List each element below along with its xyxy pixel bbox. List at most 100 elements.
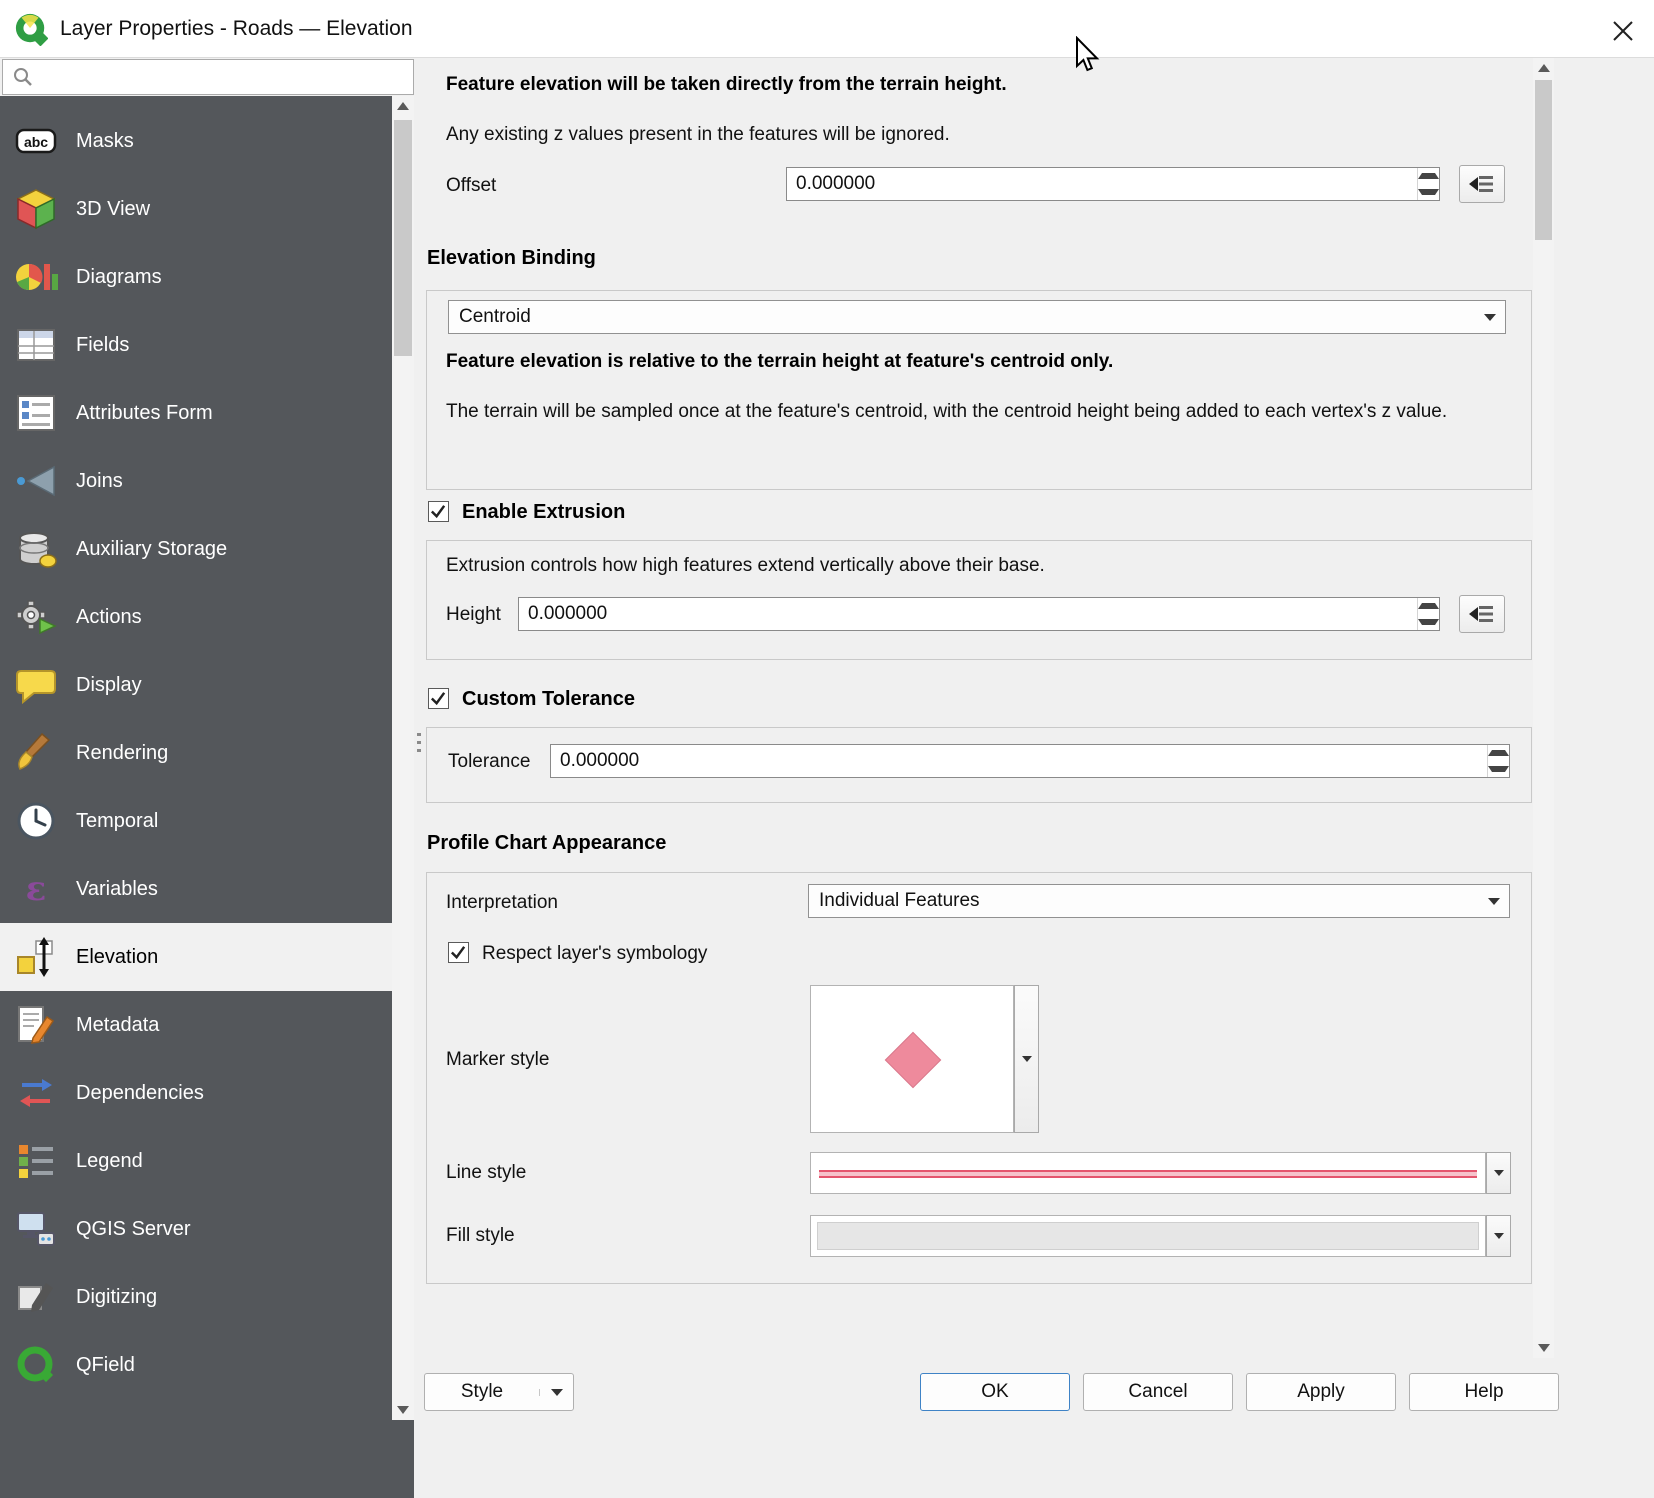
content-scroll-down-icon[interactable] bbox=[1533, 1338, 1554, 1358]
splitter-handle-icon[interactable] bbox=[417, 733, 421, 757]
custom-tolerance-checkbox[interactable] bbox=[428, 688, 449, 709]
sidebar-item-digitizing[interactable]: Digitizing bbox=[0, 1263, 392, 1331]
tolerance-spinbox[interactable]: 0.000000 bbox=[550, 744, 1510, 778]
line-symbol-icon bbox=[819, 1170, 1477, 1178]
metadata-icon bbox=[12, 1001, 60, 1049]
sidebar-item-variables[interactable]: ε Variables bbox=[0, 855, 392, 923]
chevron-down-icon bbox=[1494, 1170, 1504, 1176]
sidebar-item-display[interactable]: Display bbox=[0, 651, 392, 719]
sidebar-item-qfield[interactable]: QField bbox=[0, 1331, 392, 1399]
sidebar-item-label: Legend bbox=[76, 1150, 143, 1173]
offset-data-defined-override-button[interactable] bbox=[1459, 165, 1505, 203]
sidebar-item-label: Variables bbox=[76, 878, 158, 901]
custom-tolerance-label: Custom Tolerance bbox=[462, 688, 635, 711]
enable-extrusion-checkbox[interactable] bbox=[428, 501, 449, 522]
rendering-icon bbox=[12, 729, 60, 777]
offset-spinbox[interactable]: 0.000000 bbox=[786, 167, 1440, 201]
fill-symbol-icon bbox=[817, 1222, 1479, 1250]
sidebar-scrollbar[interactable] bbox=[392, 96, 414, 1420]
data-defined-override-icon bbox=[1467, 172, 1497, 196]
sidebar-item-label: Rendering bbox=[76, 742, 168, 765]
sidebar-item-3d-view[interactable]: 3D View bbox=[0, 175, 392, 243]
sidebar-item-temporal[interactable]: Temporal bbox=[0, 787, 392, 855]
sidebar-item-actions[interactable]: Actions bbox=[0, 583, 392, 651]
svg-text:ε: ε bbox=[26, 869, 47, 909]
sidebar-item-dependencies[interactable]: Dependencies bbox=[0, 1059, 392, 1127]
sidebar-item-label: Metadata bbox=[76, 1014, 159, 1037]
sidebar-item-label: QGIS Server bbox=[76, 1218, 190, 1241]
checkmark-icon bbox=[429, 689, 448, 708]
temporal-icon bbox=[12, 797, 60, 845]
help-button[interactable]: Help bbox=[1409, 1373, 1559, 1411]
tolerance-spin-up-icon[interactable] bbox=[1488, 745, 1509, 761]
elevation-binding-header: Elevation Binding bbox=[427, 247, 596, 270]
ok-button[interactable]: OK bbox=[920, 1373, 1070, 1411]
tolerance-spin-down-icon[interactable] bbox=[1488, 761, 1509, 777]
window-title: Layer Properties - Roads — Elevation bbox=[60, 17, 413, 41]
line-style-dropdown-button[interactable] bbox=[1486, 1152, 1511, 1194]
fill-style-label: Fill style bbox=[446, 1225, 515, 1247]
sidebar: abc Masks 3D View Diagrams Fields Attrib… bbox=[0, 96, 414, 1498]
height-value: 0.000000 bbox=[519, 603, 1417, 625]
sidebar-item-label: Attributes Form bbox=[76, 402, 213, 425]
sidebar-item-elevation[interactable]: Elevation bbox=[0, 923, 392, 991]
sidebar-item-fields[interactable]: Fields bbox=[0, 311, 392, 379]
data-defined-override-icon bbox=[1467, 602, 1497, 626]
sidebar-item-label: Diagrams bbox=[76, 266, 162, 289]
checkmark-icon bbox=[449, 943, 468, 962]
marker-style-dropdown-button[interactable] bbox=[1014, 985, 1039, 1133]
binding-note-title: Feature elevation is relative to the ter… bbox=[446, 351, 1113, 373]
extrusion-note: Extrusion controls how high features ext… bbox=[446, 555, 1045, 577]
height-spinbox[interactable]: 0.000000 bbox=[518, 597, 1440, 631]
attributes-form-icon bbox=[12, 389, 60, 437]
sidebar-scroll-down-icon[interactable] bbox=[392, 1400, 414, 1420]
sidebar-item-label: Dependencies bbox=[76, 1082, 204, 1105]
sidebar-item-qgis-server[interactable]: QGIS Server bbox=[0, 1195, 392, 1263]
sidebar-scroll-up-icon[interactable] bbox=[392, 96, 414, 116]
height-spin-down-icon[interactable] bbox=[1418, 614, 1439, 630]
fill-style-dropdown-button[interactable] bbox=[1486, 1215, 1511, 1257]
tolerance-value: 0.000000 bbox=[551, 750, 1487, 772]
chevron-down-icon bbox=[1475, 314, 1505, 321]
height-spin-up-icon[interactable] bbox=[1418, 598, 1439, 614]
chevron-down-icon bbox=[1479, 898, 1509, 905]
sidebar-search-input[interactable] bbox=[43, 60, 408, 94]
content-scrollbar[interactable] bbox=[1533, 58, 1554, 1358]
sidebar-item-rendering[interactable]: Rendering bbox=[0, 719, 392, 787]
display-icon bbox=[12, 661, 60, 709]
apply-button[interactable]: Apply bbox=[1246, 1373, 1396, 1411]
sidebar-item-diagrams[interactable]: Diagrams bbox=[0, 243, 392, 311]
layer-properties-dialog: Layer Properties - Roads — Elevation abc… bbox=[0, 0, 1654, 1498]
close-button[interactable] bbox=[1608, 16, 1638, 46]
terrain-note-title: Feature elevation will be taken directly… bbox=[446, 74, 1007, 96]
sidebar-item-masks[interactable]: abc Masks bbox=[0, 107, 392, 175]
offset-value: 0.000000 bbox=[787, 173, 1417, 195]
content-scrollbar-thumb[interactable] bbox=[1535, 80, 1552, 240]
height-data-defined-override-button[interactable] bbox=[1459, 595, 1505, 633]
respect-symbology-checkbox[interactable] bbox=[448, 942, 469, 963]
enable-extrusion-label: Enable Extrusion bbox=[462, 501, 625, 524]
offset-spin-down-icon[interactable] bbox=[1418, 184, 1439, 200]
marker-style-preview-button[interactable] bbox=[810, 985, 1014, 1133]
qgis-server-icon bbox=[12, 1205, 60, 1253]
offset-spin-up-icon[interactable] bbox=[1418, 168, 1439, 184]
sidebar-item-legend[interactable]: Legend bbox=[0, 1127, 392, 1195]
line-style-preview-button[interactable] bbox=[810, 1152, 1486, 1194]
interpretation-combo[interactable]: Individual Features bbox=[808, 884, 1510, 918]
chevron-down-icon bbox=[1022, 1056, 1032, 1062]
sidebar-item-attributes-form[interactable]: Attributes Form bbox=[0, 379, 392, 447]
sidebar-scrollbar-thumb[interactable] bbox=[394, 120, 412, 356]
content-scroll-up-icon[interactable] bbox=[1533, 58, 1554, 78]
sidebar-item-label: Actions bbox=[76, 606, 142, 629]
fill-style-preview-button[interactable] bbox=[810, 1215, 1486, 1257]
cancel-button[interactable]: Cancel bbox=[1083, 1373, 1233, 1411]
style-dropdown-button[interactable] bbox=[539, 1389, 573, 1396]
interpretation-label: Interpretation bbox=[446, 892, 558, 914]
elevation-binding-combo[interactable]: Centroid bbox=[448, 300, 1506, 334]
style-button[interactable]: Style bbox=[424, 1373, 574, 1411]
sidebar-item-joins[interactable]: Joins bbox=[0, 447, 392, 515]
sidebar-item-label: Elevation bbox=[76, 946, 158, 969]
sidebar-item-metadata[interactable]: Metadata bbox=[0, 991, 392, 1059]
sidebar-search bbox=[2, 59, 414, 95]
sidebar-item-auxiliary-storage[interactable]: Auxiliary Storage bbox=[0, 515, 392, 583]
